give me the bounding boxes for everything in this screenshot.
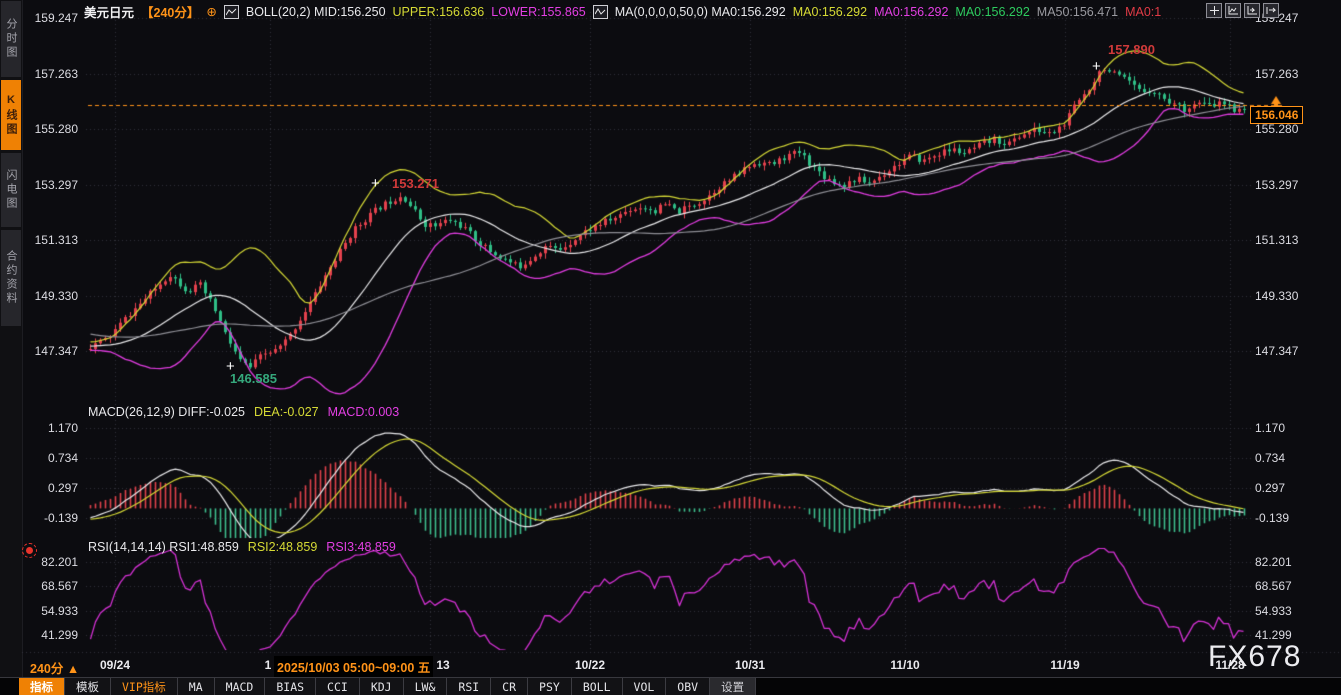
macd-value: MACD:0.003 xyxy=(328,405,400,419)
boll-lower-value: LOWER:155.865 xyxy=(491,5,586,19)
toolbar-item-9[interactable]: RSI xyxy=(447,678,491,695)
macd-tick-label: 1.170 xyxy=(1255,421,1285,435)
macd-tick-label: 0.297 xyxy=(1255,481,1285,495)
symbol-name: 美元日元 xyxy=(84,2,134,21)
price-tick-label: 153.297 xyxy=(1255,178,1298,192)
rsi1-value: RSI(14,14,14) RSI1:48.859 xyxy=(88,540,239,554)
x-axis-label: 10/31 xyxy=(735,658,765,672)
price-extreme-annotation: 146.585 xyxy=(230,371,277,386)
rsi-tick-label: 41.299 xyxy=(16,628,78,642)
toolbar-item-1[interactable]: 模板 xyxy=(65,678,111,695)
boll-upper-value: UPPER:156.636 xyxy=(393,5,485,19)
add-indicator-icon[interactable]: ⊕ xyxy=(206,4,216,19)
toolbar-item-14[interactable]: OBV xyxy=(666,678,710,695)
ma50-value: MA50:156.471 xyxy=(1037,5,1118,19)
price-extreme-annotation: 153.271 xyxy=(392,176,439,191)
toolbar-item-12[interactable]: BOLL xyxy=(572,678,623,695)
toolbar-item-6[interactable]: CCI xyxy=(316,678,360,695)
price-tick-label: 157.263 xyxy=(1255,67,1298,81)
price-tick-label: 157.263 xyxy=(16,67,78,81)
x-axis-label: 11/19 xyxy=(1050,658,1079,672)
chart-tools xyxy=(1206,3,1279,18)
rsi-header: RSI(14,14,14) RSI1:48.859 RSI2:48.859 RS… xyxy=(88,540,396,554)
price-tick-label: 147.347 xyxy=(1255,344,1298,358)
macd-tick-label: 0.734 xyxy=(16,451,78,465)
price-tick-label: 147.347 xyxy=(16,344,78,358)
x-axis-label: 1 xyxy=(265,658,272,672)
toolbar-item-15[interactable]: 设置 xyxy=(710,678,756,695)
ma-yellow-value: MA0:156.292 xyxy=(793,5,867,19)
price-tick-label: 149.330 xyxy=(16,289,78,303)
toolbar-item-7[interactable]: KDJ xyxy=(360,678,404,695)
toolbar-item-4[interactable]: MACD xyxy=(215,678,266,695)
macd-tick-label: 0.734 xyxy=(1255,451,1285,465)
macd-dea-value: DEA:-0.027 xyxy=(254,405,319,419)
ma-green-value: MA0:156.292 xyxy=(955,5,1029,19)
toolbar-item-2[interactable]: VIP指标 xyxy=(111,678,178,695)
rsi-tick-label: 54.933 xyxy=(16,604,78,618)
toolbar-item-8[interactable]: LW& xyxy=(404,678,448,695)
trading-app: 美元日元 【240分】 ⊕ BOLL(20,2) MID:156.250 UPP… xyxy=(0,0,1341,695)
macd-diff-value: MACD(26,12,9) DIFF:-0.025 xyxy=(88,405,245,419)
boll-value: BOLL(20,2) MID:156.250 xyxy=(246,5,386,19)
toolbar-item-0[interactable]: 指标 xyxy=(19,678,65,695)
x-axis-label: 11/10 xyxy=(890,658,919,672)
macd-tick-label: -0.139 xyxy=(1255,511,1289,525)
price-tick-label: 151.313 xyxy=(16,233,78,247)
extreme-cross-marker: + xyxy=(226,362,235,372)
ma-magenta-value: MA0:156.292 xyxy=(874,5,948,19)
ma-indicator-icon xyxy=(593,5,608,19)
price-tick-label: 155.280 xyxy=(1255,122,1298,136)
extreme-cross-marker: + xyxy=(1092,62,1101,72)
fx678-watermark: FX678 xyxy=(1208,640,1301,674)
x-axis-label: 10/22 xyxy=(575,658,605,672)
price-tick-label: 151.313 xyxy=(1255,233,1298,247)
indicator-header: 美元日元 【240分】 ⊕ BOLL(20,2) MID:156.250 UPP… xyxy=(84,3,1161,20)
rsi-tick-label: 82.201 xyxy=(1255,555,1292,569)
ma-value: MA(0,0,0,0,50,0) MA0:156.292 xyxy=(615,5,786,19)
rsi-tick-label: 68.567 xyxy=(1255,579,1292,593)
axis-pan-icon[interactable] xyxy=(1244,3,1260,18)
rsi3-value: RSI3:48.859 xyxy=(326,540,396,554)
macd-tick-label: 0.297 xyxy=(16,481,78,495)
price-tick-label: 155.280 xyxy=(16,122,78,136)
ma-red-value: MA0:1 xyxy=(1125,5,1161,19)
period-label: 【240分】 xyxy=(141,2,199,21)
extreme-cross-marker: + xyxy=(371,179,380,189)
toolbar-item-11[interactable]: PSY xyxy=(528,678,572,695)
rsi2-value: RSI2:48.859 xyxy=(248,540,318,554)
timeframe-label[interactable]: 240分 ▲ xyxy=(30,658,79,677)
toolbar-item-10[interactable]: CR xyxy=(491,678,528,695)
macd-tick-label: 1.170 xyxy=(16,421,78,435)
price-tick-label: 149.330 xyxy=(1255,289,1298,303)
export-icon[interactable] xyxy=(1263,3,1279,18)
chart-canvas[interactable] xyxy=(0,0,1341,695)
price-tick-label: 159.247 xyxy=(16,11,78,25)
macd-tick-label: -0.139 xyxy=(16,511,78,525)
boll-indicator-icon xyxy=(224,5,239,19)
crosshair-date-tooltip: 2025/10/03 05:00~09:00 五 xyxy=(274,656,433,677)
recording-indicator-icon xyxy=(22,543,37,558)
x-axis-label: 09/24 xyxy=(100,658,130,672)
indicator-toolbar: 指标模板VIP指标MAMACDBIASCCIKDJLW&RSICRPSYBOLL… xyxy=(0,677,1341,695)
rsi-tick-label: 54.933 xyxy=(1255,604,1292,618)
crosshair-icon[interactable] xyxy=(1206,3,1222,18)
price-extreme-annotation: 157.890 xyxy=(1108,42,1155,57)
toolbar-item-13[interactable]: VOL xyxy=(623,678,667,695)
toolbar-item-3[interactable]: MA xyxy=(178,678,215,695)
macd-header: MACD(26,12,9) DIFF:-0.025 DEA:-0.027 MAC… xyxy=(88,405,399,419)
price-tick-label: 153.297 xyxy=(16,178,78,192)
current-price-tag: 156.046 xyxy=(1250,106,1303,124)
x-axis-label: 13 xyxy=(436,658,449,672)
axis-scale-icon[interactable] xyxy=(1225,3,1241,18)
rsi-tick-label: 68.567 xyxy=(16,579,78,593)
toolbar-item-5[interactable]: BIAS xyxy=(265,678,316,695)
